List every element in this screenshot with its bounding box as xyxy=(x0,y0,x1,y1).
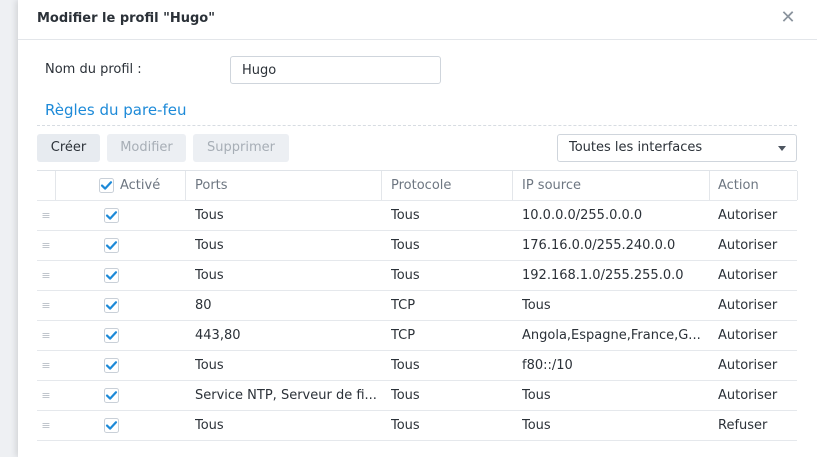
profile-name-input[interactable] xyxy=(230,56,441,84)
chevron-down-icon xyxy=(778,146,786,151)
column-header-action[interactable]: Action xyxy=(718,171,798,200)
checkmark-icon xyxy=(104,208,119,223)
rule-enabled-checkbox[interactable] xyxy=(104,268,119,283)
select-all-checkbox[interactable] xyxy=(99,178,114,193)
rule-ports: 80 xyxy=(195,298,212,313)
rule-action: Autoriser xyxy=(718,298,778,313)
table-row[interactable]: ≡ Tous Tous 176.16.0.0/255.240.0.0 Autor… xyxy=(37,231,797,261)
rule-ports: 443,80 xyxy=(195,328,241,343)
interfaces-select-value: Toutes les interfaces xyxy=(569,140,703,155)
rule-enabled-checkbox[interactable] xyxy=(104,418,119,433)
rule-protocol: TCP xyxy=(391,328,416,343)
rule-ip-source: Tous xyxy=(522,298,551,313)
create-button[interactable]: Créer xyxy=(37,134,100,162)
checkmark-icon xyxy=(104,268,119,283)
delete-button[interactable]: Supprimer xyxy=(193,134,289,162)
rule-ip-source: 192.168.1.0/255.255.0.0 xyxy=(522,268,684,283)
drag-handle-icon[interactable]: ≡ xyxy=(37,261,55,290)
interfaces-select[interactable]: Toutes les interfaces xyxy=(557,134,797,162)
checkmark-icon xyxy=(104,238,119,253)
section-divider xyxy=(37,125,797,126)
drag-handle-icon[interactable]: ≡ xyxy=(37,291,55,320)
column-divider xyxy=(512,171,513,200)
profile-name-label: Nom du profil : xyxy=(45,62,142,77)
firewall-rules-table: Activé Ports Protocole IP source Action … xyxy=(37,170,798,441)
column-header-ports[interactable]: Ports xyxy=(195,171,381,200)
rule-enabled-checkbox[interactable] xyxy=(104,328,119,343)
table-row[interactable]: ≡ 443,80 TCP Angola,Espagne,France,G... … xyxy=(37,321,797,351)
rule-action: Autoriser xyxy=(718,238,778,253)
table-row[interactable]: ≡ Service NTP, Serveur de fi... Tous Tou… xyxy=(37,381,797,411)
rule-action: Refuser xyxy=(718,418,768,433)
column-divider xyxy=(709,171,710,200)
column-header-enabled[interactable]: Activé xyxy=(120,171,160,200)
dialog-titlebar: Modifier le profil "Hugo" ✕ xyxy=(18,0,817,40)
rule-ports: Tous xyxy=(195,208,224,223)
rule-protocol: Tous xyxy=(391,238,420,253)
rule-ip-source: 176.16.0.0/255.240.0.0 xyxy=(522,238,676,253)
rule-ports: Tous xyxy=(195,418,224,433)
rule-ip-source: Angola,Espagne,France,G... xyxy=(522,328,701,343)
rule-action: Autoriser xyxy=(718,388,778,403)
rule-enabled-checkbox[interactable] xyxy=(104,358,119,373)
dialog-title: Modifier le profil "Hugo" xyxy=(37,11,216,26)
checkmark-icon xyxy=(104,298,119,313)
rule-protocol: Tous xyxy=(391,388,420,403)
drag-handle-icon[interactable]: ≡ xyxy=(37,351,55,380)
rule-enabled-checkbox[interactable] xyxy=(104,208,119,223)
checkmark-icon xyxy=(104,418,119,433)
rule-ports: Tous xyxy=(195,358,224,373)
modify-button[interactable]: Modifier xyxy=(107,134,186,162)
drag-handle-icon[interactable]: ≡ xyxy=(37,201,55,230)
rule-enabled-checkbox[interactable] xyxy=(104,238,119,253)
checkmark-icon xyxy=(104,388,119,403)
firewall-rules-title: Règles du pare-feu xyxy=(45,101,187,119)
close-icon[interactable]: ✕ xyxy=(777,7,799,29)
table-row[interactable]: ≡ Tous Tous 10.0.0.0/255.0.0.0 Autoriser xyxy=(37,201,797,231)
rule-action: Autoriser xyxy=(718,208,778,223)
rule-ip-source: Tous xyxy=(522,388,551,403)
rule-enabled-checkbox[interactable] xyxy=(104,298,119,313)
table-row[interactable]: ≡ 80 TCP Tous Autoriser xyxy=(37,291,797,321)
rule-action: Autoriser xyxy=(718,358,778,373)
column-divider xyxy=(381,171,382,200)
rule-action: Autoriser xyxy=(718,328,778,343)
checkmark-icon xyxy=(99,178,114,193)
rule-protocol: Tous xyxy=(391,358,420,373)
rule-ports: Service NTP, Serveur de fi... xyxy=(195,388,377,403)
rule-ports: Tous xyxy=(195,238,224,253)
drag-handle-icon[interactable]: ≡ xyxy=(37,411,55,440)
rule-protocol: Tous xyxy=(391,268,420,283)
column-divider xyxy=(797,171,798,200)
drag-handle-icon[interactable]: ≡ xyxy=(37,321,55,350)
checkmark-icon xyxy=(104,328,119,343)
rule-protocol: TCP xyxy=(391,298,416,313)
rule-protocol: Tous xyxy=(391,208,420,223)
rule-action: Autoriser xyxy=(718,268,778,283)
drag-handle-icon[interactable]: ≡ xyxy=(37,231,55,260)
table-row[interactable]: ≡ Tous Tous f80::/10 Autoriser xyxy=(37,351,797,381)
column-header-protocol[interactable]: Protocole xyxy=(391,171,509,200)
column-header-ip-source[interactable]: IP source xyxy=(522,171,708,200)
rule-protocol: Tous xyxy=(391,418,420,433)
drag-handle-icon[interactable]: ≡ xyxy=(37,381,55,410)
table-row[interactable]: ≡ Tous Tous Tous Refuser xyxy=(37,411,797,441)
rule-ports: Tous xyxy=(195,268,224,283)
checkmark-icon xyxy=(104,358,119,373)
edit-profile-dialog: Modifier le profil "Hugo" ✕ Nom du profi… xyxy=(18,0,817,457)
table-header-row: Activé Ports Protocole IP source Action xyxy=(37,171,798,201)
rule-ip-source: f80::/10 xyxy=(522,358,573,373)
column-divider xyxy=(55,171,56,200)
table-row[interactable]: ≡ Tous Tous 192.168.1.0/255.255.0.0 Auto… xyxy=(37,261,797,291)
rule-ip-source: 10.0.0.0/255.0.0.0 xyxy=(522,208,643,223)
rule-enabled-checkbox[interactable] xyxy=(104,388,119,403)
table-body: ≡ Tous Tous 10.0.0.0/255.0.0.0 Autoriser… xyxy=(37,201,797,441)
rule-ip-source: Tous xyxy=(522,418,551,433)
column-divider xyxy=(185,171,186,200)
